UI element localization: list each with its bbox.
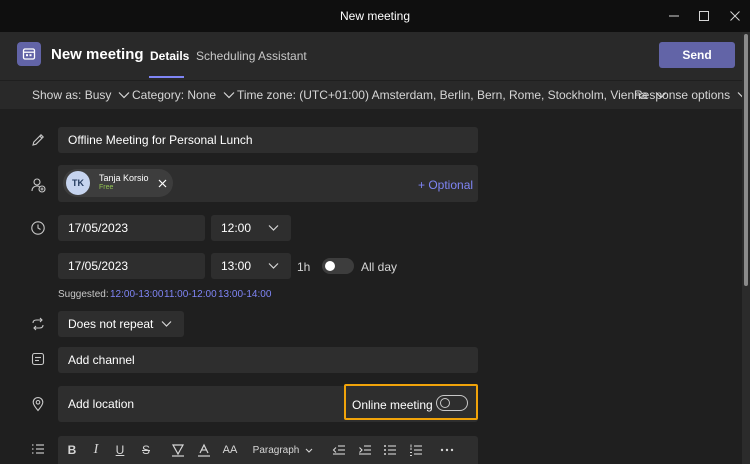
- window-title: New meeting: [339, 9, 411, 23]
- more-options-icon[interactable]: [440, 442, 454, 458]
- end-time-dropdown[interactable]: 13:00: [211, 253, 291, 279]
- chevron-down-icon: [161, 321, 172, 328]
- strikethrough-icon[interactable]: S: [140, 442, 152, 458]
- page-title: New meeting: [51, 46, 144, 63]
- attendee-name: Tanja Korsio: [99, 173, 149, 183]
- pencil-icon: [30, 132, 46, 148]
- add-attendee-icon: [30, 177, 46, 193]
- clock-icon: [30, 220, 46, 236]
- end-time-value: 13:00: [221, 259, 252, 273]
- repeat-dropdown[interactable]: Does not repeat: [58, 311, 184, 337]
- font-size-icon[interactable]: AA: [222, 442, 238, 458]
- suggested-time-1[interactable]: 12:00-13:00: [110, 289, 163, 300]
- time-zone-dropdown[interactable]: Time zone: (UTC+01:00) Amsterdam, Berlin…: [237, 88, 667, 102]
- channel-input[interactable]: Add channel: [58, 347, 478, 373]
- time-zone-label: Time zone: (UTC+01:00) Amsterdam, Berlin…: [237, 88, 648, 102]
- send-button[interactable]: Send: [659, 42, 735, 68]
- paragraph-label: Paragraph: [252, 444, 300, 456]
- window-titlebar: New meeting: [0, 0, 750, 32]
- underline-icon[interactable]: U: [114, 442, 126, 458]
- details-list-icon: [30, 441, 46, 457]
- chevron-down-icon: [268, 263, 279, 270]
- italic-icon[interactable]: I: [90, 442, 102, 458]
- decrease-indent-icon[interactable]: [332, 442, 346, 458]
- maximize-icon[interactable]: [694, 6, 714, 26]
- highlight-icon[interactable]: [171, 442, 185, 458]
- suggested-label: Suggested:: [58, 289, 109, 300]
- remove-attendee-icon[interactable]: [156, 177, 168, 189]
- category-dropdown[interactable]: Category: None: [132, 88, 235, 102]
- end-date-input[interactable]: 17/05/2023: [58, 253, 205, 279]
- suggested-time-2[interactable]: 11:00-12:00: [164, 289, 217, 300]
- all-day-label: All day: [361, 260, 398, 274]
- paragraph-dropdown[interactable]: Paragraph: [253, 442, 313, 458]
- scrollbar-thumb[interactable]: [744, 34, 748, 286]
- start-time-dropdown[interactable]: 12:00: [211, 215, 291, 241]
- channel-icon: [30, 351, 46, 367]
- chevron-down-icon: [223, 91, 235, 99]
- online-meeting-control[interactable]: Online meeting: [344, 384, 478, 420]
- add-optional-attendee-link[interactable]: + Optional: [418, 178, 473, 192]
- avatar: TK: [66, 171, 90, 195]
- start-date-input[interactable]: 17/05/2023: [58, 215, 205, 241]
- attendee-status: Free: [99, 184, 114, 191]
- repeat-value: Does not repeat: [68, 317, 154, 331]
- response-options-dropdown[interactable]: Response options: [634, 88, 749, 102]
- repeat-icon: [30, 316, 46, 332]
- online-meeting-label: Online meeting: [352, 398, 433, 412]
- meeting-title-input[interactable]: Offline Meeting for Personal Lunch: [58, 127, 478, 153]
- increase-indent-icon[interactable]: [358, 442, 372, 458]
- response-options-label: Response options: [634, 88, 731, 102]
- suggested-time-3[interactable]: 13:00-14:00: [218, 289, 271, 300]
- category-label: Category: None: [132, 88, 217, 102]
- tab-scheduling-assistant[interactable]: Scheduling Assistant: [196, 49, 307, 63]
- show-as-label: Show as: Busy: [32, 88, 112, 102]
- attendee-chip[interactable]: TK Tanja Korsio Free: [63, 169, 173, 197]
- online-meeting-toggle[interactable]: [436, 395, 468, 411]
- tab-details[interactable]: Details: [150, 49, 189, 63]
- start-time-value: 12:00: [221, 221, 252, 235]
- chevron-down-icon: [268, 225, 279, 232]
- show-as-dropdown[interactable]: Show as: Busy: [32, 88, 130, 102]
- location-pin-icon: [30, 396, 46, 412]
- minimize-icon[interactable]: [664, 6, 684, 26]
- duration-label: 1h: [297, 260, 311, 274]
- toggle-knob: [440, 398, 450, 408]
- meeting-options-bar: Show as: Busy Category: None Time zone: …: [0, 80, 749, 109]
- chevron-down-icon: [305, 448, 313, 453]
- chevron-down-icon: [118, 91, 130, 99]
- close-icon[interactable]: [725, 6, 745, 26]
- bold-icon[interactable]: B: [66, 442, 78, 458]
- bullet-list-icon[interactable]: [383, 442, 397, 458]
- formatting-toolbar: B I U S AA Paragraph: [58, 436, 478, 464]
- numbered-list-icon[interactable]: [409, 442, 423, 458]
- meeting-header: New meeting Details Scheduling Assistant…: [0, 32, 742, 80]
- toggle-knob: [325, 261, 335, 271]
- all-day-toggle[interactable]: [322, 258, 354, 274]
- calendar-app-icon: [17, 42, 41, 66]
- font-color-icon[interactable]: [197, 442, 211, 458]
- tab-active-indicator: [149, 76, 184, 78]
